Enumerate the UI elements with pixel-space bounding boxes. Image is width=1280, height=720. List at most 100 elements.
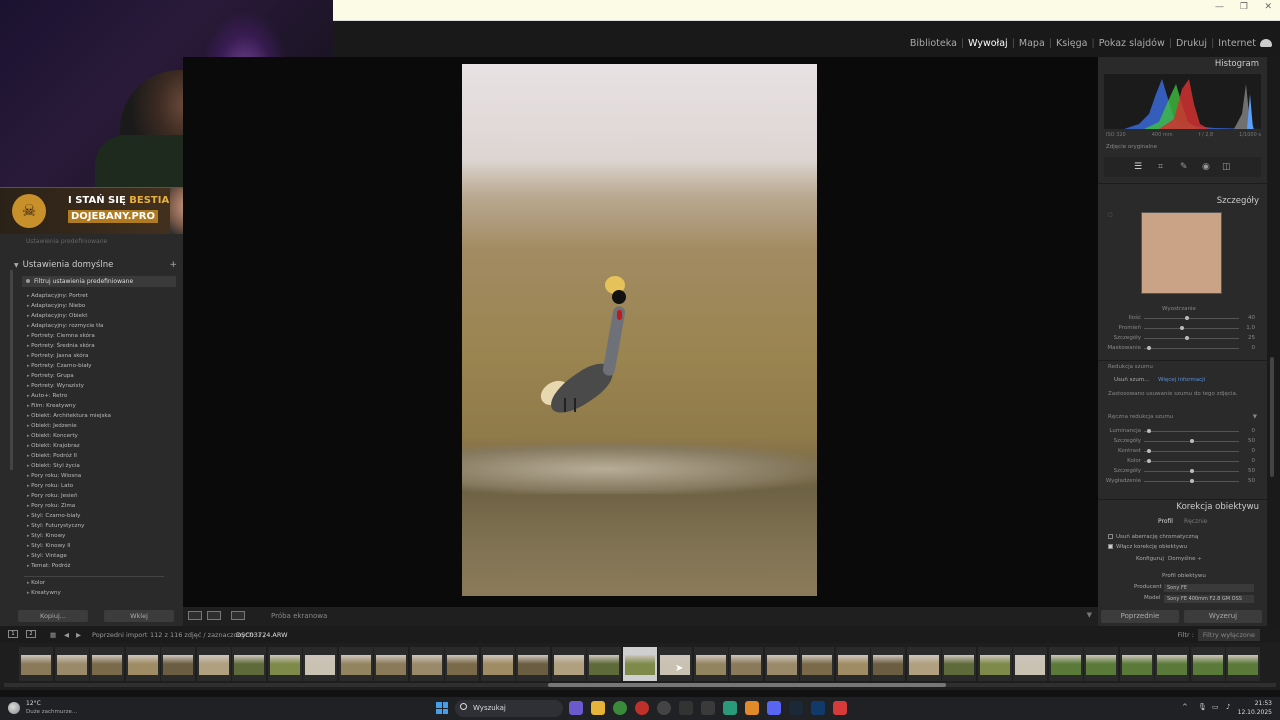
windows-start-icon[interactable] [436, 702, 448, 714]
add-preset-button[interactable]: + [169, 260, 177, 270]
microphone-icon[interactable]: 🎙 [1198, 703, 1207, 711]
preset-folder[interactable]: Portrety: Średnia skóra [27, 341, 177, 351]
network-icon[interactable]: ▭ [1212, 703, 1219, 711]
filmstrip-thumbnail[interactable] [977, 647, 1012, 681]
discord-icon[interactable] [767, 701, 781, 715]
filmstrip-thumbnail[interactable] [587, 647, 621, 681]
slider-track[interactable] [1144, 318, 1239, 319]
cloud-icon[interactable] [8, 702, 20, 714]
filmstrip-thumbnail[interactable] [516, 647, 550, 681]
filmstrip-thumbnail[interactable] [338, 647, 373, 681]
filmstrip-thumbnail[interactable] [1013, 647, 1047, 681]
preset-folder[interactable]: Pory roku: Zima [27, 501, 177, 511]
preset-folder[interactable]: Styl: Vintage [27, 551, 177, 561]
slider-track[interactable] [1144, 461, 1239, 462]
notepad-icon[interactable] [701, 701, 715, 715]
filter-select[interactable]: Filtry wyłączone [1197, 629, 1260, 641]
right-scrollbar[interactable] [1267, 57, 1280, 626]
enable-profile-checkbox[interactable]: Włącz korekcję obiektywu [1108, 544, 1187, 550]
preset-folder[interactable]: Pory roku: Lato [27, 481, 177, 491]
filmstrip-thumbnail[interactable] [1119, 647, 1154, 681]
forward-arrow-icon[interactable]: ▶ [76, 631, 81, 639]
slider-track[interactable] [1144, 431, 1239, 432]
preset-folder[interactable]: Pory roku: Wiosna [27, 471, 177, 481]
preset-folder[interactable]: Obiekt: Podróż II [27, 451, 177, 461]
preset-folder[interactable]: Adaptacyjny: Niebo [27, 301, 177, 311]
reset-button[interactable]: Wyzeruj [1184, 610, 1262, 623]
preset-folder[interactable]: Obiekt: Koncerty [27, 431, 177, 441]
paste-button[interactable]: Wklej [104, 610, 174, 622]
slider-track[interactable] [1144, 348, 1239, 349]
slider-knob[interactable] [1189, 469, 1194, 473]
slider-row[interactable]: Ilość 40 [1104, 314, 1261, 324]
preset-folder[interactable]: Portrety: Wyrazisty [27, 381, 177, 391]
slider-row[interactable]: Wygładzenie 50 [1104, 477, 1261, 487]
slider-knob[interactable] [1189, 479, 1194, 483]
slider-knob[interactable] [1146, 346, 1151, 350]
module-tab[interactable]: Drukuj [1172, 38, 1211, 49]
soft-proof-label[interactable]: Próba ekranowa [271, 612, 327, 620]
slider-value[interactable]: 50 [1248, 438, 1255, 444]
slider-knob[interactable] [1184, 336, 1189, 340]
filmstrip-thumbnail[interactable] [445, 647, 479, 681]
filmstrip-thumbnail[interactable] [1226, 647, 1260, 681]
masking-icon[interactable]: ◫ [1222, 162, 1231, 172]
original-photo-toggle[interactable]: Zdjęcie oryginalne [1106, 144, 1157, 150]
close-button[interactable]: ✕ [1264, 2, 1272, 12]
preset-folder[interactable]: Obiekt: Krajobraz [27, 441, 177, 451]
app-orange-icon[interactable] [745, 701, 759, 715]
slider-row[interactable]: Szczegóły 50 [1104, 467, 1261, 477]
filmstrip-thumbnail[interactable] [942, 647, 976, 681]
screen-2-icon[interactable]: 2 [26, 630, 36, 638]
xbox-icon[interactable] [679, 701, 693, 715]
filmstrip-thumbnail[interactable] [800, 647, 834, 681]
filmstrip-thumbnail[interactable] [374, 647, 408, 681]
browser-icon[interactable] [657, 701, 671, 715]
slider-knob[interactable] [1146, 459, 1151, 463]
slider-track[interactable] [1144, 338, 1239, 339]
preset-folder-color[interactable]: Kolor [27, 580, 45, 586]
chrome-icon[interactable] [613, 701, 627, 715]
previous-button[interactable]: Poprzednie [1101, 610, 1179, 623]
filmstrip-thumbnail[interactable] [1190, 647, 1225, 681]
filmstrip-thumbnail[interactable] [19, 647, 53, 681]
slider-knob[interactable] [1180, 326, 1184, 330]
filmstrip-thumbnail[interactable] [693, 647, 728, 681]
filmstrip-thumbnail[interactable] [729, 647, 763, 681]
target-icon[interactable]: ◌ [1108, 212, 1113, 218]
preset-folder[interactable]: Portrety: Grupa [27, 371, 177, 381]
slider-knob[interactable] [1146, 429, 1151, 433]
compare-view-icon[interactable] [207, 611, 221, 620]
slider-knob[interactable] [1189, 439, 1194, 443]
preset-filter-row[interactable]: Filtruj ustawienia predefiniowane [22, 276, 176, 287]
module-tab[interactable]: Pokaz slajdów [1095, 38, 1169, 49]
filmstrip-thumbnail[interactable] [54, 647, 89, 681]
preset-folder[interactable]: Portrety: Ciemna skóra [27, 331, 177, 341]
scroll-thumb[interactable] [1270, 357, 1274, 477]
slider-row[interactable]: Maskowanie 0 [1104, 344, 1261, 354]
file-explorer-icon[interactable] [591, 701, 605, 715]
slider-value[interactable]: 0 [1252, 428, 1256, 434]
slider-track[interactable] [1144, 451, 1239, 452]
filmstrip-thumbnail[interactable] [196, 647, 231, 681]
preset-folder[interactable]: Obiekt: Styl życia [27, 461, 177, 471]
slider-knob[interactable] [1184, 316, 1189, 320]
slider-value[interactable]: 40 [1248, 315, 1255, 321]
survey-view-icon[interactable] [231, 611, 245, 620]
learn-more-link[interactable]: Więcej informacji [1158, 377, 1205, 383]
filmstrip-source[interactable]: Poprzedni import [92, 631, 147, 639]
preset-folder[interactable]: Adaptacyjny: Portret [27, 291, 177, 301]
chevron-up-icon[interactable]: ^ [1182, 703, 1188, 711]
heal-icon[interactable]: ✎ [1180, 162, 1188, 172]
filmstrip-thumbnail[interactable] [303, 647, 337, 681]
preset-folder[interactable]: Styl: Kinowy II [27, 541, 177, 551]
lightroom-classic-icon[interactable] [811, 701, 825, 715]
filmstrip-thumbnail[interactable] [232, 647, 266, 681]
slider-row[interactable]: Szczegóły 50 [1104, 437, 1261, 447]
filmstrip-thumbnail[interactable] [1084, 647, 1118, 681]
app-red-icon[interactable] [833, 701, 847, 715]
presets-group-header[interactable]: ▼ Ustawienia domyślne [14, 260, 180, 274]
filmstrip-thumbnail[interactable] [161, 647, 195, 681]
shield-icon[interactable] [723, 701, 737, 715]
slider-row[interactable]: Promień 1,0 [1104, 324, 1261, 334]
